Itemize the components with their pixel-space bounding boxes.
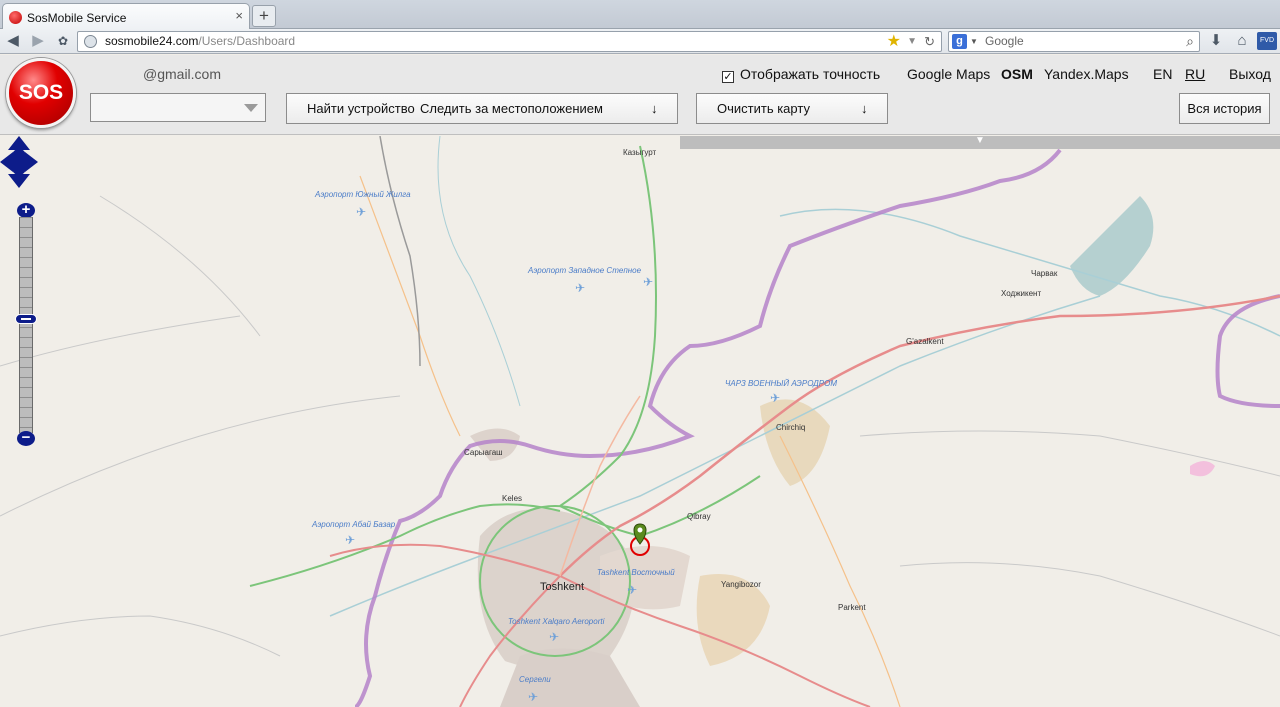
url-host: sosmobile24.com (105, 34, 199, 48)
map-type-yandex[interactable]: Yandex.Maps (1044, 66, 1129, 82)
show-accuracy-toggle[interactable]: ✓ Отображать точность (722, 66, 880, 83)
place-label: Сарыагаш (464, 448, 503, 457)
chevron-down-icon (244, 104, 258, 112)
lang-en[interactable]: EN (1153, 66, 1172, 82)
globe-icon (84, 35, 97, 48)
video-downloader-icon[interactable]: FVD (1257, 32, 1277, 50)
bookmark-star-icon[interactable]: ★ (887, 32, 901, 51)
map-canvas[interactable]: ✈ ✈ ✈ ✈ ✈ ✈ ✈ ✈ Казыгурт Чарвак Ходжикент G'a… (0, 136, 1280, 707)
place-label: G'azalkent (906, 337, 944, 346)
find-device-menu[interactable]: Найти устройство Следить за местоположен… (286, 93, 678, 124)
airport-label: Аэропорт Абай Базар (312, 520, 396, 529)
user-email: @gmail.com (143, 66, 222, 82)
search-bar[interactable]: g ▼ Google ⌕ (948, 31, 1200, 52)
checkbox-checked-icon[interactable]: ✓ (722, 71, 734, 83)
zoom-slider[interactable] (19, 217, 33, 433)
reload-icon[interactable]: ↻ (924, 32, 935, 51)
tab-title: SosMobile Service (27, 11, 127, 25)
airport-label: Toshkent Xalqaro Aeroporti (508, 617, 605, 626)
place-label: Parkent (838, 603, 866, 612)
map-type-google[interactable]: Google Maps (907, 66, 990, 82)
place-label: Чарвак (1031, 269, 1058, 278)
show-accuracy-label: Отображать точность (740, 66, 881, 82)
track-location-button[interactable]: Следить за местоположением (420, 101, 603, 116)
close-tab-icon[interactable]: × (235, 8, 243, 23)
forward-icon[interactable]: ▶ (29, 32, 47, 50)
addon-icon[interactable]: ✿ (54, 32, 72, 50)
zoom-out-button[interactable]: − (17, 430, 35, 446)
svg-text:✈: ✈ (770, 391, 780, 405)
search-icon[interactable]: ⌕ (1186, 32, 1194, 51)
find-device-dropdown-icon[interactable]: ↓ (651, 101, 658, 116)
place-label: Qibray (687, 512, 711, 521)
svg-text:✈: ✈ (575, 281, 585, 295)
address-bar[interactable]: sosmobile24.com/Users/Dashboard ★ ▼ ↻ (77, 31, 942, 52)
airport-label: Сергели (519, 675, 551, 684)
back-icon[interactable]: ◀ (4, 32, 22, 50)
url-path: /Users/Dashboard (198, 34, 296, 48)
svg-text:✈: ✈ (356, 205, 366, 219)
place-label: Keles (502, 494, 523, 503)
map-type-osm[interactable]: OSM (1001, 66, 1033, 82)
history-dropdown-icon[interactable]: ▼ (907, 32, 917, 51)
airport-label: Аэропорт Западное Степное (528, 266, 642, 275)
download-icon[interactable]: ⬇ (1207, 32, 1225, 50)
browser-tab[interactable]: SosMobile Service × (2, 3, 250, 30)
home-icon[interactable]: ⌂ (1233, 32, 1251, 50)
zoom-in-button[interactable]: + (17, 202, 35, 218)
zoom-slider-handle[interactable] (15, 313, 37, 324)
browser-nav-bar: ◀ ▶ ✿ sosmobile24.com/Users/Dashboard ★ … (0, 29, 1280, 54)
place-label: Казыгурт (623, 148, 657, 157)
sos-favicon-icon (9, 11, 22, 24)
logout-link[interactable]: Выход (1229, 66, 1271, 82)
full-history-button[interactable]: Вся история (1179, 93, 1270, 124)
osm-map-tiles: ✈ ✈ ✈ ✈ ✈ ✈ ✈ ✈ (0, 136, 1280, 707)
airport-label: Tashkent Восточный (597, 568, 675, 577)
google-engine-icon[interactable]: g (952, 34, 967, 49)
airport-label: Аэропорт Южный Жилга (315, 190, 411, 199)
svg-text:✈: ✈ (528, 690, 538, 704)
header-collapse-bar[interactable]: ▼ (680, 135, 1280, 149)
clear-map-menu[interactable]: Очистить карту ↓ (696, 93, 888, 124)
clear-map-button[interactable]: Очистить карту (717, 101, 810, 116)
svg-text:✈: ✈ (345, 533, 355, 547)
new-tab-button[interactable]: + (252, 5, 276, 27)
place-label: Chirchiq (776, 423, 806, 432)
sos-logo[interactable]: SOS (6, 58, 76, 128)
place-label: Ходжикент (1001, 289, 1042, 298)
city-label-toshkent: Toshkent (540, 581, 585, 593)
lang-ru[interactable]: RU (1185, 66, 1205, 82)
app-header: SOS @gmail.com Найти устройство Следить … (0, 55, 1280, 135)
svg-text:✈: ✈ (627, 583, 637, 597)
pan-control-icon[interactable] (0, 136, 38, 188)
place-label: Yangibozor (721, 580, 761, 589)
svg-text:✈: ✈ (643, 275, 653, 289)
airport-label: ЧАРЗ ВОЕННЫЙ АЭРОДРОМ (725, 379, 837, 388)
collapse-arrow-icon[interactable]: ▼ (975, 135, 985, 146)
device-select[interactable] (90, 93, 266, 122)
find-device-button[interactable]: Найти устройство (307, 101, 415, 116)
svg-text:✈: ✈ (549, 630, 559, 644)
engine-dropdown-icon[interactable]: ▼ (970, 32, 978, 51)
zoom-control[interactable]: + − (15, 202, 37, 446)
browser-tab-bar: SosMobile Service × + (0, 0, 1280, 30)
search-input[interactable]: Google (985, 32, 1024, 51)
clear-map-dropdown-icon[interactable]: ↓ (861, 101, 868, 116)
